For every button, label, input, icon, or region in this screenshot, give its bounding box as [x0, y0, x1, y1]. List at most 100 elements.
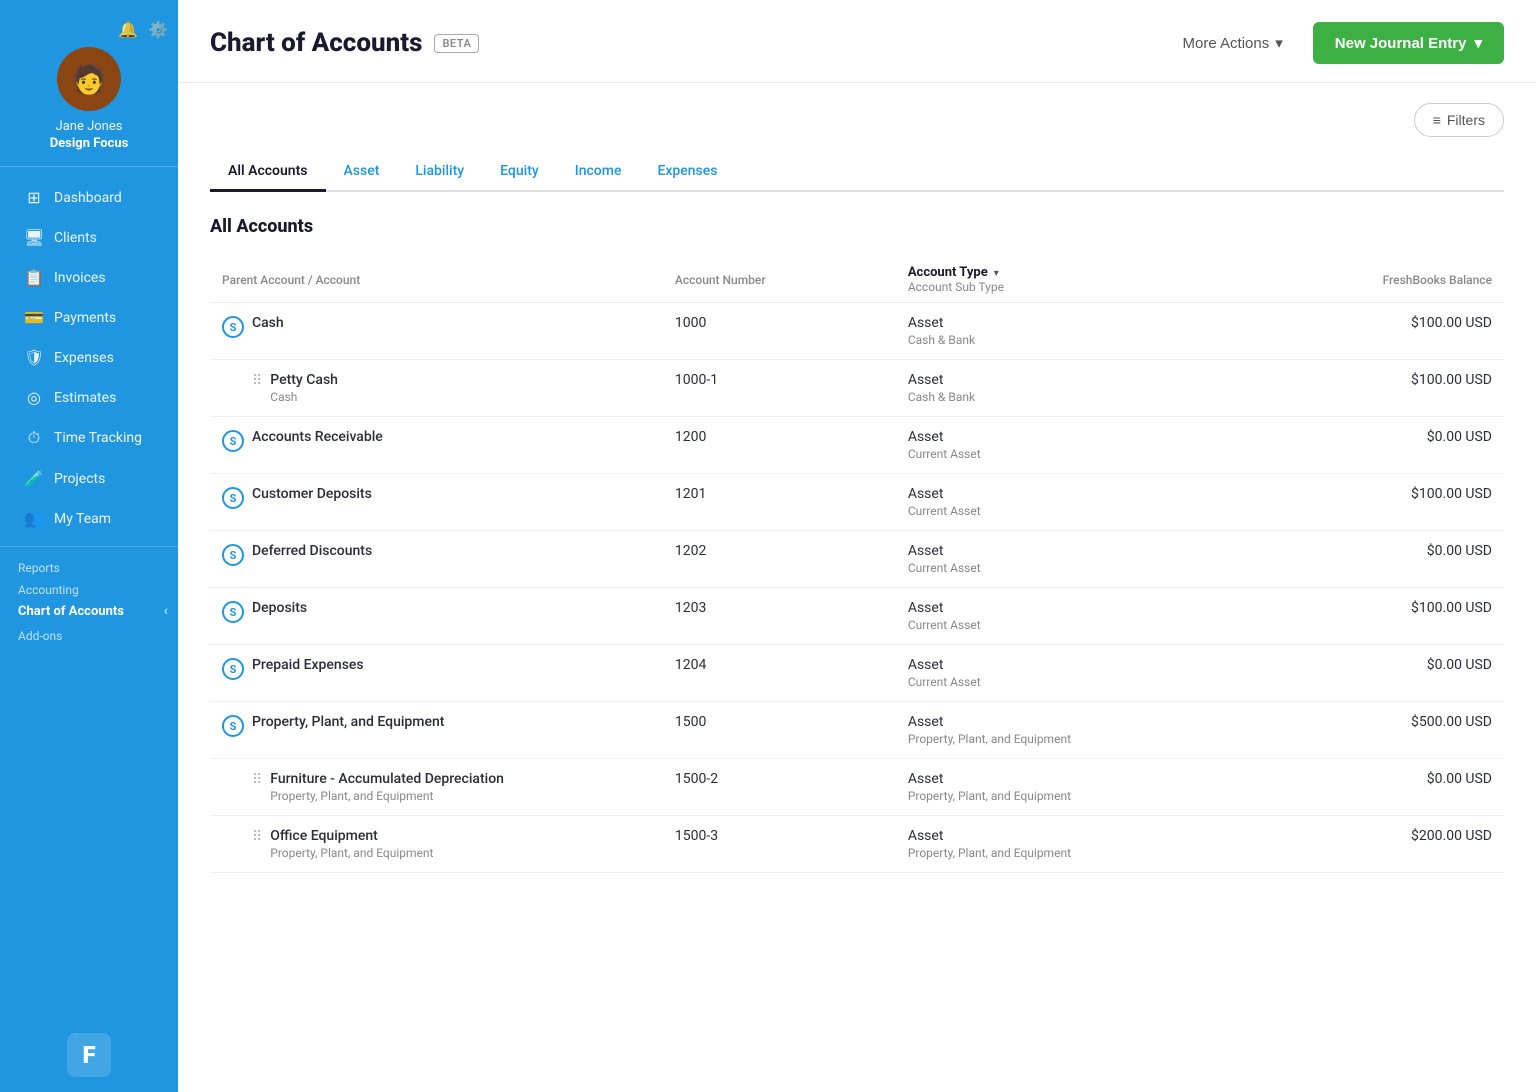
notification-icon[interactable]: 🔔 — [118, 20, 138, 39]
col-number: Account Number — [663, 257, 896, 303]
tab-liability[interactable]: Liability — [397, 153, 482, 192]
sidebar-item-my-team[interactable]: 👥 My Team — [6, 499, 172, 538]
account-number: 1203 — [663, 588, 896, 645]
account-name-cell: S Customer Deposits — [210, 474, 663, 531]
tab-expenses[interactable]: Expenses — [639, 153, 735, 192]
account-name-cell: ⠿ Petty Cash Cash — [210, 360, 663, 417]
tab-equity[interactable]: Equity — [482, 153, 557, 192]
account-balance: $0.00 USD — [1284, 417, 1504, 474]
filters-row: ≡ Filters — [210, 103, 1504, 137]
account-number: 1202 — [663, 531, 896, 588]
main-content: Chart of Accounts BETA More Actions ▾ Ne… — [178, 0, 1536, 1092]
sidebar-item-accounting[interactable]: Accounting — [0, 577, 178, 599]
sidebar-item-reports[interactable]: Reports — [0, 555, 178, 577]
tab-all-accounts[interactable]: All Accounts — [210, 153, 326, 192]
chevron-down-icon: ▾ — [1474, 34, 1482, 52]
filter-icon: ≡ — [1433, 112, 1441, 128]
sidebar-item-dashboard[interactable]: ⊞ Dashboard — [6, 178, 172, 217]
account-type: Asset Cash & Bank — [896, 303, 1284, 360]
sidebar-item-label: Estimates — [54, 390, 116, 406]
table-row[interactable]: S Cash 1000 Asset Cash & Bank $100.00 US… — [210, 303, 1504, 360]
col-type[interactable]: Account Type ▾ Account Sub Type — [896, 257, 1284, 303]
account-balance: $100.00 USD — [1284, 360, 1504, 417]
account-type: Asset Current Asset — [896, 474, 1284, 531]
col-subtype-label: Account Sub Type — [908, 280, 1272, 294]
account-name: Deferred Discounts — [252, 543, 372, 559]
page-title: Chart of Accounts — [210, 28, 422, 58]
beta-badge: BETA — [434, 34, 479, 53]
sidebar-bottom: F — [0, 1018, 178, 1092]
account-type: Asset Property, Plant, and Equipment — [896, 702, 1284, 759]
sidebar-item-clients[interactable]: 🖥 Clients — [6, 218, 172, 257]
filters-button[interactable]: ≡ Filters — [1414, 103, 1504, 137]
account-balance: $200.00 USD — [1284, 816, 1504, 873]
table-row[interactable]: S Accounts Receivable 1200 Asset Current… — [210, 417, 1504, 474]
header: Chart of Accounts BETA More Actions ▾ Ne… — [178, 0, 1536, 83]
account-type: Asset Property, Plant, and Equipment — [896, 759, 1284, 816]
account-name: Cash — [252, 315, 284, 331]
account-icon: S — [222, 601, 244, 623]
sidebar-item-label: Clients — [54, 230, 97, 246]
account-name: Customer Deposits — [252, 486, 372, 502]
table-row[interactable]: S Prepaid Expenses 1204 Asset Current As… — [210, 645, 1504, 702]
dashboard-icon: ⊞ — [24, 188, 44, 207]
settings-icon[interactable]: ⚙️ — [148, 20, 168, 39]
more-actions-label: More Actions — [1183, 35, 1270, 52]
table-row[interactable]: S Customer Deposits 1201 Asset Current A… — [210, 474, 1504, 531]
table-row[interactable]: ⠿ Petty Cash Cash 1000-1 Asset Cash & Ba… — [210, 360, 1504, 417]
projects-icon: 🧪 — [24, 469, 44, 488]
sidebar-item-estimates[interactable]: ◎ Estimates — [6, 378, 172, 417]
table-row[interactable]: ⠿ Office Equipment Property, Plant, and … — [210, 816, 1504, 873]
sidebar-item-time-tracking[interactable]: ⏱ Time Tracking — [6, 418, 172, 458]
sidebar-top-icons: 🔔 ⚙️ — [10, 20, 168, 39]
account-number: 1500-2 — [663, 759, 896, 816]
sidebar-item-expenses[interactable]: 🛡 Expenses — [6, 338, 172, 377]
account-icon: S — [222, 715, 244, 737]
accounts-table: Parent Account / Account Account Number … — [210, 257, 1504, 873]
sidebar-nav: ⊞ Dashboard 🖥 Clients 📋 Invoices 💳 Payme… — [0, 167, 178, 1018]
account-balance: $100.00 USD — [1284, 474, 1504, 531]
drag-icon: ⠿ — [252, 373, 262, 389]
sidebar: 🔔 ⚙️ 🧑 Jane Jones Design Focus ⊞ Dashboa… — [0, 0, 178, 1092]
sidebar-item-projects[interactable]: 🧪 Projects — [6, 459, 172, 498]
account-balance: $500.00 USD — [1284, 702, 1504, 759]
sidebar-item-chart-of-accounts[interactable]: Chart of Accounts ‹ — [0, 599, 178, 623]
account-name: Prepaid Expenses — [252, 657, 364, 673]
new-journal-entry-button[interactable]: New Journal Entry ▾ — [1313, 22, 1504, 64]
header-left: Chart of Accounts BETA — [210, 28, 479, 58]
table-row[interactable]: S Property, Plant, and Equipment 1500 As… — [210, 702, 1504, 759]
content-area: ≡ Filters All Accounts Asset Liability E… — [178, 83, 1536, 1092]
account-type: Asset Current Asset — [896, 645, 1284, 702]
sidebar-item-label: Expenses — [54, 350, 114, 366]
account-name: Furniture - Accumulated Depreciation — [270, 771, 504, 787]
account-number: 1201 — [663, 474, 896, 531]
account-name-cell: S Accounts Receivable — [210, 417, 663, 474]
sidebar-item-invoices[interactable]: 📋 Invoices — [6, 258, 172, 297]
sidebar-item-add-ons[interactable]: Add-ons — [0, 623, 178, 645]
account-icon: S — [222, 544, 244, 566]
estimates-icon: ◎ — [24, 388, 44, 407]
chevron-left-icon: ‹ — [164, 603, 168, 619]
account-icon: S — [222, 430, 244, 452]
more-actions-button[interactable]: More Actions ▾ — [1165, 24, 1301, 62]
account-type: Asset Current Asset — [896, 588, 1284, 645]
table-row[interactable]: ⠿ Furniture - Accumulated Depreciation P… — [210, 759, 1504, 816]
sidebar-item-payments[interactable]: 💳 Payments — [6, 298, 172, 337]
account-balance: $100.00 USD — [1284, 588, 1504, 645]
payments-icon: 💳 — [24, 308, 44, 327]
sidebar-username: Jane Jones — [56, 119, 123, 134]
account-type: Asset Property, Plant, and Equipment — [896, 816, 1284, 873]
expenses-icon: 🛡 — [24, 348, 44, 367]
sort-arrow-icon: ▾ — [994, 268, 999, 279]
account-name: Office Equipment — [270, 828, 433, 844]
account-icon: S — [222, 316, 244, 338]
sidebar-item-label: My Team — [54, 511, 111, 527]
new-journal-label: New Journal Entry — [1335, 35, 1467, 52]
sidebar-company: Design Focus — [50, 136, 129, 151]
account-number: 1204 — [663, 645, 896, 702]
tab-income[interactable]: Income — [557, 153, 640, 192]
table-row[interactable]: S Deposits 1203 Asset Current Asset $100… — [210, 588, 1504, 645]
tab-asset[interactable]: Asset — [326, 153, 398, 192]
account-type: Asset Current Asset — [896, 417, 1284, 474]
table-row[interactable]: S Deferred Discounts 1202 Asset Current … — [210, 531, 1504, 588]
